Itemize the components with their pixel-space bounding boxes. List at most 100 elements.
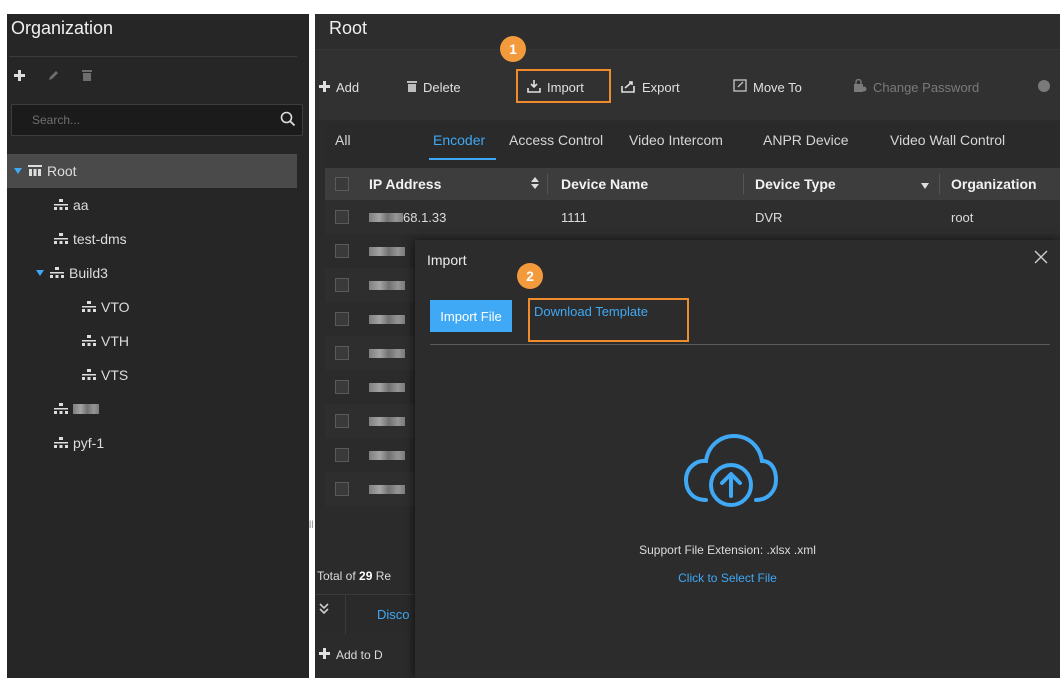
select-all-checkbox[interactable] bbox=[335, 177, 349, 191]
row-checkbox[interactable] bbox=[335, 278, 349, 292]
tab-discovery[interactable]: Disco bbox=[377, 607, 410, 622]
tab-video-intercom[interactable]: Video Intercom bbox=[629, 132, 723, 148]
tree-node-vth[interactable]: VTH bbox=[7, 324, 297, 358]
header-device-type[interactable]: Device Type bbox=[755, 176, 836, 192]
add-to-device-button[interactable]: Add to D bbox=[319, 648, 383, 662]
tab-encoder[interactable]: Encoder bbox=[433, 132, 485, 148]
tab-access-control[interactable]: Access Control bbox=[509, 132, 603, 148]
search-icon[interactable] bbox=[280, 111, 296, 132]
add-label: Add bbox=[336, 79, 360, 95]
cell-organization: root bbox=[951, 209, 974, 225]
tree-label: aa bbox=[73, 197, 89, 213]
organization-panel: Organization Root aa bbox=[7, 14, 309, 678]
tree-label: Build3 bbox=[69, 265, 108, 281]
tree-node-pyf-1[interactable]: pyf-1 bbox=[7, 426, 297, 460]
cell-device-type: DVR bbox=[755, 209, 783, 225]
table-header: IP Address Device Name Device Type Organ… bbox=[325, 168, 1060, 200]
import-file-button[interactable]: Import File bbox=[430, 300, 512, 332]
change-password-button[interactable]: Change Password bbox=[853, 76, 979, 98]
row-checkbox[interactable] bbox=[335, 244, 349, 258]
collapse-chevron-icon[interactable] bbox=[319, 603, 339, 618]
row-checkbox[interactable] bbox=[335, 482, 349, 496]
dialog-title: Import bbox=[427, 252, 467, 268]
device-type-tabs: All Encoder Access Control Video Interco… bbox=[325, 124, 1060, 168]
total-count: Total of 29 Re bbox=[317, 569, 391, 583]
header-device-name[interactable]: Device Name bbox=[561, 176, 648, 192]
org-node-icon bbox=[81, 300, 97, 314]
tree-node-root[interactable]: Root bbox=[7, 154, 297, 188]
chevron-down-icon[interactable] bbox=[35, 268, 45, 278]
cell-ip: 68.1.33 bbox=[369, 210, 446, 225]
import-highlight-box bbox=[516, 69, 611, 103]
row-checkbox[interactable] bbox=[335, 346, 349, 360]
redacted-label bbox=[73, 404, 99, 414]
more-icon bbox=[1037, 79, 1051, 96]
org-node-icon bbox=[53, 402, 69, 416]
cell-device-name: 1111 bbox=[561, 209, 588, 225]
org-title: Organization bbox=[11, 18, 114, 38]
move-to-button[interactable]: Move To bbox=[733, 76, 802, 98]
row-checkbox[interactable] bbox=[335, 448, 349, 462]
select-file-link[interactable]: Click to Select File bbox=[415, 571, 1040, 585]
delete-node-icon[interactable] bbox=[81, 69, 93, 81]
org-search bbox=[11, 104, 303, 136]
dialog-divider bbox=[430, 344, 1050, 345]
redacted-ip bbox=[369, 280, 405, 290]
org-node-icon bbox=[53, 436, 69, 450]
add-node-icon[interactable] bbox=[13, 69, 25, 81]
tree-label: pyf-1 bbox=[73, 435, 105, 451]
redacted-ip bbox=[369, 314, 405, 324]
export-icon bbox=[621, 79, 636, 96]
redacted-ip bbox=[369, 416, 405, 426]
redacted-ip-prefix bbox=[369, 212, 403, 222]
total-suffix: Re bbox=[372, 569, 392, 583]
tab-anpr-device[interactable]: ANPR Device bbox=[763, 132, 849, 148]
tree-node-build3[interactable]: Build3 bbox=[7, 256, 297, 290]
table-row[interactable]: 68.1.33 1111 DVR root bbox=[325, 200, 1060, 234]
redacted-ip bbox=[369, 246, 405, 256]
redacted-ip bbox=[369, 382, 405, 392]
org-root-icon bbox=[27, 164, 43, 178]
row-checkbox[interactable] bbox=[335, 312, 349, 326]
sort-icon[interactable] bbox=[531, 176, 539, 192]
supported-extensions: Support File Extension: .xlsx .xml bbox=[639, 543, 816, 557]
tree-node-vts[interactable]: VTS bbox=[7, 358, 297, 392]
import-dialog: Import Import File Download Template Sup… bbox=[415, 240, 1060, 678]
tree-label: Root bbox=[47, 163, 77, 179]
header-organization[interactable]: Organization bbox=[951, 176, 1037, 192]
tree-node-vto[interactable]: VTO bbox=[7, 290, 297, 324]
org-node-icon bbox=[49, 266, 65, 280]
column-divider bbox=[743, 174, 744, 194]
column-divider bbox=[939, 174, 940, 194]
tree-node-aa[interactable]: aa bbox=[7, 188, 297, 222]
main-titlebar bbox=[315, 14, 1060, 50]
redacted-ip bbox=[369, 348, 405, 358]
add-button[interactable]: Add bbox=[319, 76, 359, 98]
row-checkbox[interactable] bbox=[335, 210, 349, 224]
redacted-ip bbox=[369, 484, 405, 494]
header-ip[interactable]: IP Address bbox=[369, 176, 441, 192]
add-to-label: Add to D bbox=[336, 648, 383, 662]
export-label: Export bbox=[642, 79, 680, 95]
plus-icon bbox=[319, 648, 330, 662]
more-button[interactable] bbox=[1037, 76, 1051, 98]
tree-node-redacted[interactable] bbox=[7, 392, 297, 426]
page-title: Root bbox=[329, 18, 368, 38]
edit-node-icon[interactable] bbox=[47, 69, 59, 81]
tab-all[interactable]: All bbox=[335, 132, 351, 148]
row-checkbox[interactable] bbox=[335, 380, 349, 394]
search-input[interactable] bbox=[12, 105, 272, 135]
move-to-label: Move To bbox=[753, 79, 802, 95]
row-checkbox[interactable] bbox=[335, 414, 349, 428]
cloud-upload-icon[interactable] bbox=[682, 430, 780, 510]
filter-dropdown-icon[interactable] bbox=[921, 176, 929, 192]
chevron-down-icon[interactable] bbox=[13, 166, 23, 176]
tab-video-wall-control[interactable]: Video Wall Control bbox=[890, 132, 1005, 148]
export-button[interactable]: Export bbox=[621, 76, 680, 98]
active-tab-indicator bbox=[429, 158, 496, 160]
tree-node-test-dms[interactable]: test-dms bbox=[7, 222, 297, 256]
org-node-icon bbox=[81, 334, 97, 348]
delete-button[interactable]: Delete bbox=[407, 76, 461, 98]
close-icon[interactable] bbox=[1034, 250, 1050, 266]
key-icon bbox=[853, 78, 867, 96]
